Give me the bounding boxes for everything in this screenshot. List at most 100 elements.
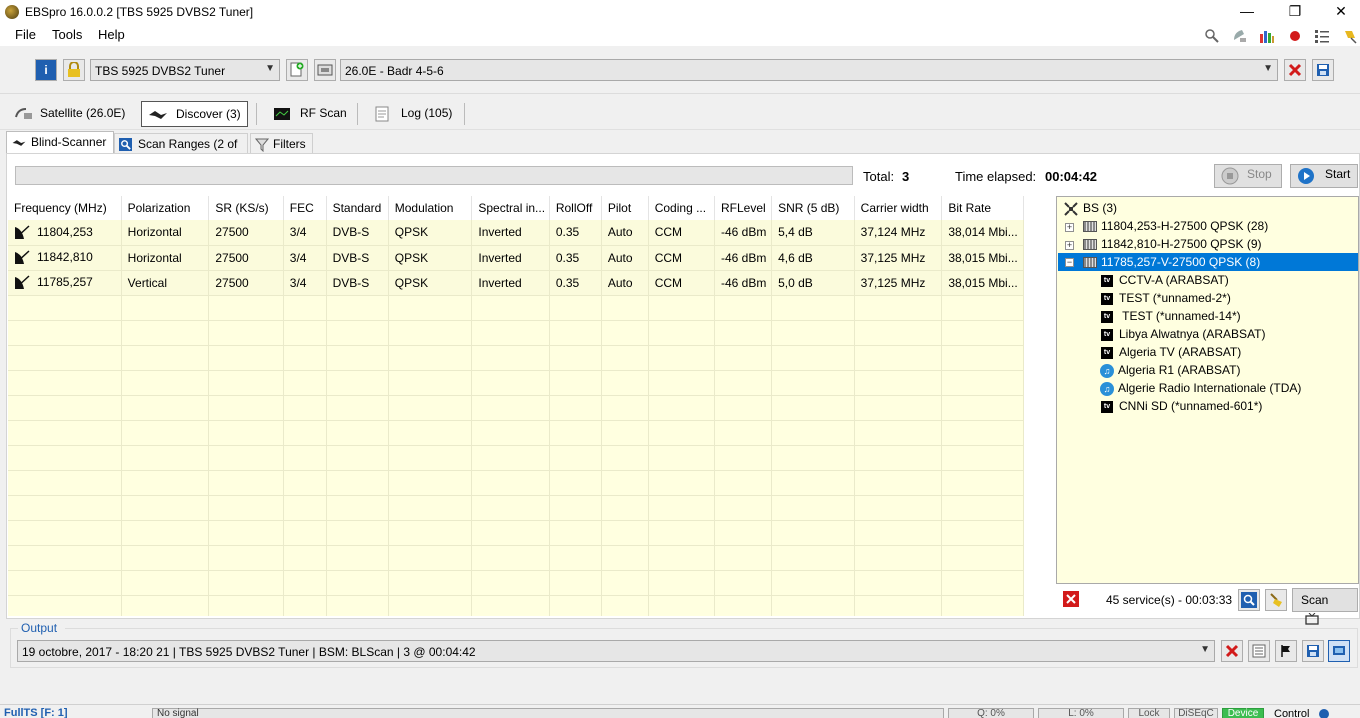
start-button[interactable]: Start [1290, 164, 1358, 188]
help-icon[interactable] [1318, 708, 1330, 718]
column-header[interactable]: Spectral in... [471, 196, 550, 220]
signal-status: No signal [152, 708, 944, 718]
tuner-select[interactable]: TBS 5925 DVBS2 Tuner ▼ [90, 59, 280, 81]
search-icon[interactable] [1204, 28, 1220, 44]
record-icon[interactable] [1287, 28, 1303, 44]
tab-scan-ranges[interactable]: Scan Ranges (2 of 2) [114, 133, 248, 165]
column-header[interactable]: Standard [326, 196, 389, 220]
tab-discover[interactable]: Discover (3) [141, 101, 248, 127]
save-button[interactable] [1312, 59, 1334, 81]
clear-output-button[interactable] [1221, 640, 1243, 662]
table-cell: 27500 [208, 270, 284, 296]
column-header[interactable]: Modulation [388, 196, 473, 220]
close-button[interactable]: ✕ [1318, 0, 1360, 24]
collapse-icon[interactable]: − [1065, 258, 1074, 267]
settings-button[interactable] [314, 59, 336, 81]
tree-service[interactable]: tv Algeria TV (ARABSAT) [1101, 343, 1241, 361]
menu-tools[interactable]: Tools [52, 27, 82, 42]
pin-icon[interactable] [1342, 28, 1358, 44]
lock-status: Lock [1128, 708, 1170, 718]
scan-services-button[interactable]: Scan [1292, 588, 1358, 625]
column-header[interactable]: Carrier width [854, 196, 943, 220]
column-header[interactable]: SNR (5 dB) [771, 196, 855, 220]
table-cell: Inverted [471, 220, 550, 246]
clear-services-icon[interactable] [1063, 591, 1079, 607]
column-header[interactable]: Pilot [601, 196, 649, 220]
table-row[interactable]: 11785,257 Vertical 27500 3/4 DVB-S QPSK … [8, 270, 1024, 296]
maximize-button[interactable]: ❐ [1272, 0, 1318, 24]
column-header[interactable]: FEC [283, 196, 327, 220]
expand-icon[interactable]: + [1065, 241, 1074, 250]
column-header[interactable]: RollOff [549, 196, 602, 220]
tree-service[interactable]: tv CCTV-A (ARABSAT) [1101, 271, 1229, 289]
tab-blind-scanner[interactable]: Blind-Scanner [6, 131, 114, 153]
menu-file[interactable]: File [15, 27, 36, 42]
satellite-dish-icon [15, 225, 30, 239]
tab-satellite[interactable]: Satellite (26.0E) [8, 101, 131, 127]
tree-transponder[interactable]: 11842,810-H-27500 QPSK (9) [1083, 235, 1262, 253]
tree-service[interactable]: tv CNNi SD (*unnamed-601*) [1101, 397, 1262, 415]
service-label: Algeria TV (ARABSAT) [1119, 345, 1242, 359]
tree-transponder[interactable]: 11804,253-H-27500 QPSK (28) [1083, 217, 1268, 235]
list-icon[interactable] [1314, 28, 1330, 44]
expand-icon[interactable]: + [1065, 223, 1074, 232]
output-list-button[interactable] [1248, 640, 1270, 662]
remove-button[interactable] [1284, 59, 1306, 81]
tree-service[interactable]: ♫ Algerie Radio Internationale (TDA) [1100, 379, 1301, 397]
table-cell: 27500 [208, 245, 284, 271]
table-cell: 38,015 Mbi... [941, 270, 1024, 296]
find-service-button[interactable] [1238, 589, 1260, 611]
add-tuner-button[interactable] [286, 59, 308, 81]
results-grid: Frequency (MHz) Polarization SR (KS/s) F… [8, 196, 1024, 616]
ts-status: FullTS [F: 1] [4, 707, 68, 718]
column-header[interactable]: Bit Rate [941, 196, 1024, 220]
lock-button[interactable] [63, 59, 85, 81]
column-header[interactable]: SR (KS/s) [208, 196, 284, 220]
service-label: Algerie Radio Internationale (TDA) [1118, 381, 1302, 395]
output-select[interactable]: 19 octobre, 2017 - 18:20 21 | TBS 5925 D… [17, 640, 1215, 662]
satellite-select-value: 26.0E - Badr 4-5-6 [345, 64, 444, 78]
empty-row [8, 420, 1024, 446]
frequency-value: 11804,253 [37, 224, 93, 239]
monitor-output-button[interactable] [1328, 640, 1350, 662]
table-row[interactable]: 11842,810 Horizontal 27500 3/4 DVB-S QPS… [8, 245, 1024, 271]
add-document-icon [290, 62, 304, 77]
red-x-icon [1225, 644, 1239, 658]
stop-button[interactable]: Stop [1214, 164, 1282, 188]
tree-root[interactable]: BS (3) [1063, 199, 1117, 217]
tab-filters[interactable]: Filters [250, 133, 313, 153]
tree-service[interactable]: ♫ Algeria R1 (ARABSAT) [1100, 361, 1240, 379]
services-tree[interactable]: BS (3) + 11804,253-H-27500 QPSK (28) + 1… [1056, 196, 1359, 584]
tree-service[interactable]: tv TEST (*unnamed-14*) [1101, 307, 1241, 325]
bar-chart-icon[interactable] [1259, 28, 1275, 44]
tab-rf-scan[interactable]: RF Scan [268, 101, 353, 127]
satellite-dish-icon[interactable] [1232, 28, 1248, 44]
tab-filters-label: Filters [273, 137, 306, 151]
transponder-label: 11804,253-H-27500 QPSK (28) [1101, 219, 1269, 233]
column-header[interactable]: Coding ... [648, 196, 715, 220]
tab-log[interactable]: Log (105) [369, 101, 458, 127]
tree-transponder-selected[interactable]: 11785,257-V-27500 QPSK (8) [1058, 253, 1358, 271]
frequency-cell: 11804,253 [8, 220, 122, 246]
save-output-button[interactable] [1302, 640, 1324, 662]
tree-service[interactable]: tv TEST (*unnamed-2*) [1101, 289, 1231, 307]
minimize-button[interactable]: — [1224, 0, 1270, 24]
control-menu[interactable]: Control [1274, 708, 1309, 718]
column-header[interactable]: RFLevel [714, 196, 773, 220]
flag-button[interactable] [1275, 640, 1297, 662]
tree-service[interactable]: tv Libya Alwatnya (ARABSAT) [1101, 325, 1266, 343]
elapsed-value: 00:04:42 [1045, 169, 1098, 184]
info-button[interactable]: i [35, 59, 57, 81]
satellite-select[interactable]: 26.0E - Badr 4-5-6 ▼ [340, 59, 1278, 81]
table-cell: 5,4 dB [771, 220, 855, 246]
menu-help[interactable]: Help [98, 27, 125, 42]
scan-progress-bar [15, 166, 853, 185]
satellite-icon [1064, 202, 1078, 216]
table-row[interactable]: 11804,253 Horizontal 27500 3/4 DVB-S QPS… [8, 220, 1024, 246]
table-cell: 37,124 MHz [854, 220, 943, 246]
clean-button[interactable] [1265, 589, 1287, 611]
column-header[interactable]: Polarization [121, 196, 210, 220]
tab-rf-scan-label: RF Scan [300, 106, 347, 120]
table-cell: 3/4 [283, 220, 327, 246]
column-header[interactable]: Frequency (MHz) [8, 196, 122, 220]
